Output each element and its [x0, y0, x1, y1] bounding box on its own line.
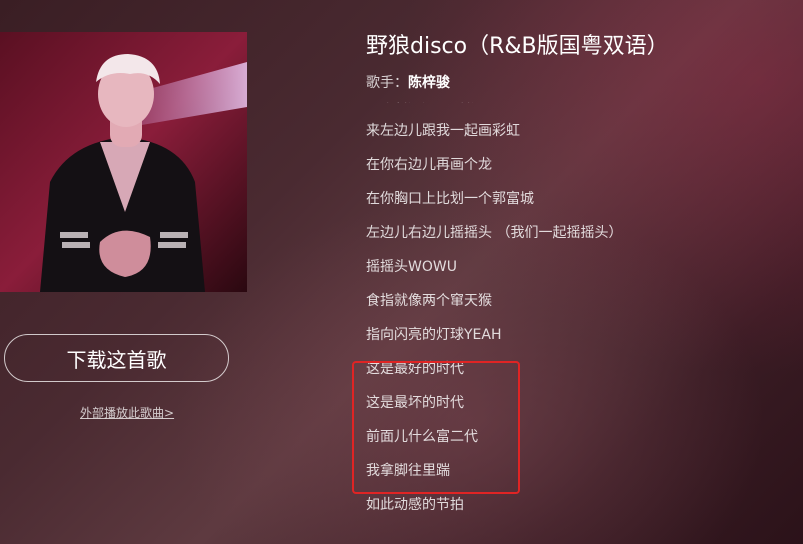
lyric-line: 摇摇头WOWU	[366, 259, 457, 275]
lyric-line: 来左边儿跟我一起画彩虹	[366, 123, 520, 139]
left-panel: 下载这首歌 外部播放此歌曲>	[0, 0, 340, 544]
lyric-line: 左边儿右边儿摇摇头 （我们一起摇摇头）	[366, 225, 623, 241]
lyric-line: 我拿脚往里踹	[366, 463, 450, 479]
lyrics-list: 在你右边儿再画彩虹来左边儿跟我一起画彩虹在你右边儿再画个龙在你胸口上比划一个郭富…	[366, 102, 622, 522]
song-info-panel: 野狼disco（R&B版国粤双语） 歌手：陈梓骏 在你右边儿再画彩虹来左边儿跟我…	[366, 0, 796, 544]
lyric-line: 在你胸口上比划一个郭富城	[366, 191, 534, 207]
lyric-line: 指向闪亮的灯球YEAH	[366, 327, 502, 343]
lyric-line: 如此动感的节拍	[366, 497, 464, 513]
lyric-line: 食指就像两个窜天猴	[366, 293, 492, 309]
lyrics-scroll-area[interactable]: 在你右边儿再画彩虹来左边儿跟我一起画彩虹在你右边儿再画个龙在你胸口上比划一个郭富…	[366, 102, 796, 544]
lyric-line: 这是最好的时代	[366, 361, 464, 377]
external-play-arrow-icon: >	[164, 406, 175, 420]
external-play-link[interactable]: 外部播放此歌曲>	[80, 404, 174, 421]
lyric-line: 在你右边儿再画个龙	[366, 157, 492, 173]
lyric-line: 在你右边儿再画彩虹	[366, 102, 622, 114]
external-play-label: 外部播放此歌曲	[80, 406, 165, 420]
album-cover-image	[0, 32, 247, 292]
lyric-line: 前面儿什么富二代	[366, 429, 478, 445]
singer-name[interactable]: 陈梓骏	[408, 75, 450, 91]
download-song-button[interactable]: 下载这首歌	[4, 334, 229, 382]
singer-label: 歌手：	[366, 75, 408, 91]
song-title: 野狼disco（R&B版国粤双语）	[366, 34, 669, 59]
lyric-line: 这是最坏的时代	[366, 395, 464, 411]
singer-row: 歌手：陈梓骏	[366, 72, 450, 92]
